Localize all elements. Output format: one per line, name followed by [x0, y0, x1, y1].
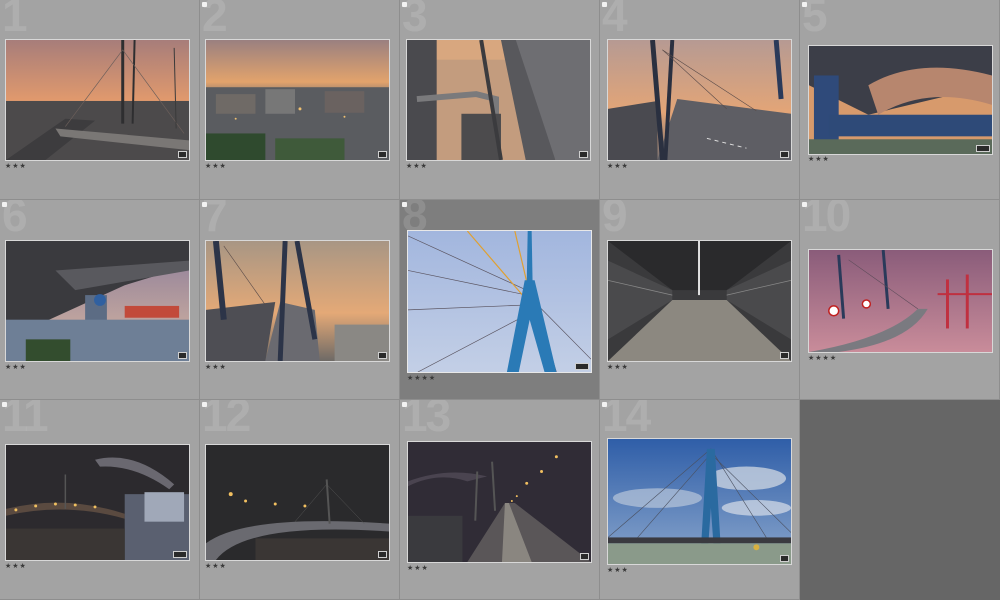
thumbnail-5[interactable]: [808, 45, 993, 155]
flag-icon[interactable]: [202, 2, 207, 7]
grid-cell-11[interactable]: 11 ★★★: [0, 400, 200, 600]
rating-stars: ★★★: [205, 163, 227, 170]
photo-enclosed-walkway: [608, 241, 791, 361]
rating-stars: ★★★: [407, 565, 429, 572]
photo-bridge-sunset: [6, 40, 189, 160]
edit-badge-icon: [178, 151, 187, 158]
edit-badge-icon: [378, 551, 387, 558]
rating-stars: ★★★: [5, 163, 27, 170]
rating-stars: ★★★: [406, 163, 428, 170]
photo-bridge-night-smoke: [6, 445, 189, 560]
grid-cell-6[interactable]: 6 ★★★: [0, 200, 200, 400]
flag-icon[interactable]: [602, 2, 607, 7]
flag-icon[interactable]: [202, 202, 207, 207]
grid-cell-8[interactable]: 8 ★★★★: [400, 200, 600, 400]
photo-bridge-underside: [809, 46, 992, 154]
rating-stars: ★★★: [5, 563, 27, 570]
thumbnail-13[interactable]: [407, 441, 592, 563]
rating-stars: ★★★★: [808, 355, 838, 362]
photo-bridge-road-pylon: [608, 40, 791, 160]
rating-stars: ★★★: [607, 364, 629, 371]
cell-number: 1: [2, 0, 28, 41]
edit-badge-icon: [976, 145, 990, 152]
edit-badge-icon: [575, 363, 589, 370]
thumbnail-12[interactable]: [205, 444, 390, 561]
flag-icon[interactable]: [802, 2, 807, 7]
flag-icon[interactable]: [2, 202, 7, 207]
rating-stars: ★★★: [205, 364, 227, 371]
rating-stars: ★★★★: [407, 375, 437, 382]
edit-badge-icon: [178, 352, 187, 359]
rating-stars: ★★★: [205, 563, 227, 570]
cell-number: 10: [802, 200, 851, 241]
edit-badge-icon: [579, 151, 588, 158]
thumbnail-6[interactable]: [5, 240, 190, 362]
grid-cell-9[interactable]: 9 ★★★: [600, 200, 800, 400]
grid-cell-14[interactable]: 14 ★★★: [600, 400, 800, 600]
photo-bridge-road-sunset: [206, 241, 389, 361]
thumbnail-1[interactable]: [5, 39, 190, 161]
flag-icon[interactable]: [602, 402, 607, 407]
thumbnail-9[interactable]: [607, 240, 792, 362]
edit-badge-icon: [378, 151, 387, 158]
thumbnail-7[interactable]: [205, 240, 390, 362]
photo-bridge-roadway-night: [408, 442, 591, 562]
grid-cell-7[interactable]: 7 ★★★: [200, 200, 400, 400]
rating-stars: ★★★: [607, 163, 629, 170]
grid-cell-4[interactable]: 4 ★★★: [600, 0, 800, 200]
photo-bridge-blue-sky: [608, 439, 791, 564]
flag-icon[interactable]: [402, 402, 407, 407]
grid-cell-2[interactable]: 2 ★★★: [200, 0, 400, 200]
edit-badge-icon: [780, 151, 789, 158]
flag-icon[interactable]: [402, 202, 407, 207]
photo-curved-bridge-night: [206, 445, 389, 560]
filmstrip-grid: 1 ★★★ 2 ★★★ 3 ★★★ 4 ★★★ 5 ★★★ 6 ★★★ 7 ★★…: [0, 0, 1000, 600]
photo-bridge-walkway: [407, 40, 590, 160]
cell-number: 13: [402, 400, 451, 441]
edit-badge-icon: [173, 551, 187, 558]
cell-number: 9: [602, 200, 628, 241]
thumbnail-14[interactable]: [607, 438, 792, 565]
flag-icon[interactable]: [2, 402, 7, 407]
grid-cell-13[interactable]: 13 ★★★: [400, 400, 600, 600]
photo-under-bridge-harbor: [6, 241, 189, 361]
flag-icon[interactable]: [202, 402, 207, 407]
thumbnail-3[interactable]: [406, 39, 591, 161]
rating-stars: ★★★: [607, 567, 629, 574]
edit-badge-icon: [780, 352, 789, 359]
photo-bridge-cranes: [809, 250, 992, 352]
thumbnail-10[interactable]: [808, 249, 993, 353]
photo-blue-pylon-cables: [408, 231, 591, 372]
rating-stars: ★★★: [808, 156, 830, 163]
grid-cell-3[interactable]: 3 ★★★: [400, 0, 600, 200]
grid-cell-5[interactable]: 5 ★★★: [800, 0, 1000, 200]
thumbnail-2[interactable]: [205, 39, 390, 161]
edit-badge-icon: [580, 553, 589, 560]
thumbnail-11[interactable]: [5, 444, 190, 561]
grid-cell-10[interactable]: 10 ★★★★: [800, 200, 1000, 400]
edit-badge-icon: [378, 352, 387, 359]
thumbnail-8[interactable]: [407, 230, 592, 373]
empty-grid-area: [800, 400, 1000, 599]
rating-stars: ★★★: [5, 364, 27, 371]
flag-icon[interactable]: [402, 2, 407, 7]
thumbnail-4[interactable]: [607, 39, 792, 161]
edit-badge-icon: [780, 555, 789, 562]
photo-harbor-city: [206, 40, 389, 160]
cell-number: 11: [2, 400, 49, 441]
grid-cell-1[interactable]: 1 ★★★: [0, 0, 200, 200]
flag-icon[interactable]: [802, 202, 807, 207]
grid-cell-12[interactable]: 12 ★★★: [200, 400, 400, 600]
cell-number: 12: [202, 400, 251, 441]
cell-number: 14: [602, 400, 651, 441]
